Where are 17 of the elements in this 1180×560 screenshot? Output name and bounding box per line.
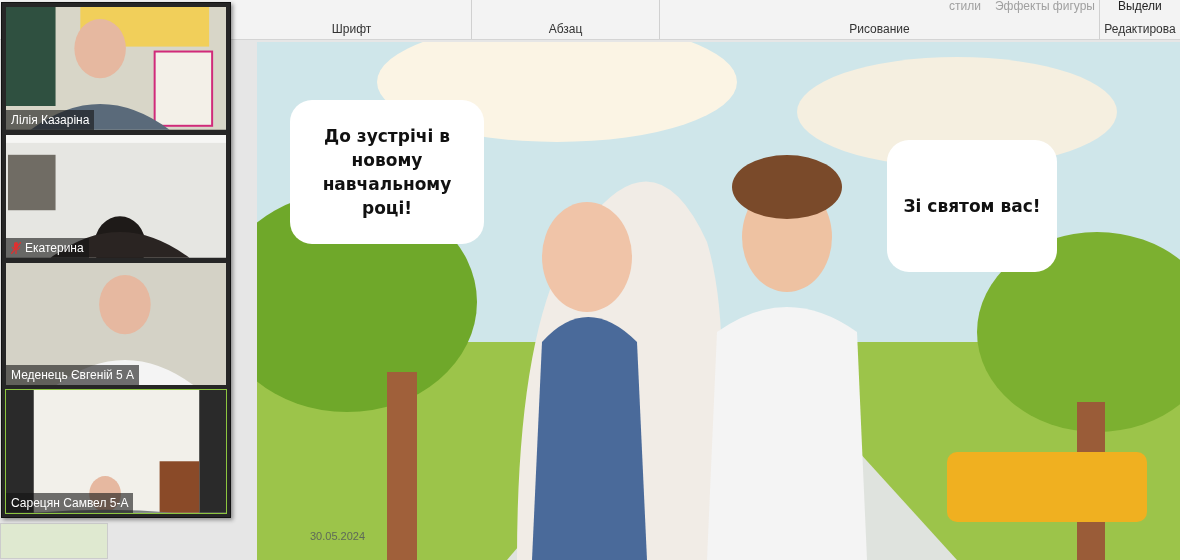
participant-name: Сарецян Самвел 5-А [11, 496, 129, 510]
group-label: Рисование [848, 22, 911, 36]
date-label: 30.05.2024 [310, 530, 366, 542]
participant-name: Екатерина [25, 240, 84, 255]
video-tile[interactable]: Сарецян Самвел 5-А [5, 389, 227, 514]
participant-name: Лілія Казаріна [11, 112, 90, 127]
group-label: Шрифт [330, 22, 373, 36]
video-tile[interactable]: Екатерина [5, 133, 227, 259]
speech-bubble: До зустрічі в новому навчальному році! [290, 100, 484, 244]
slide-thumbnail[interactable] [0, 523, 108, 559]
group-label: Абзац [547, 22, 584, 36]
speech-bubble: Зі святом вас! [887, 140, 1057, 272]
participant-name: Меденець Євгеній 5 А [11, 368, 135, 383]
video-tile[interactable]: Меденець Євгеній 5 А [5, 261, 227, 387]
ribbon-button[interactable]: Выдели [1118, 0, 1162, 12]
video-tile[interactable]: Лілія Казаріна [5, 6, 227, 131]
group-label: Редактирова [1104, 22, 1176, 36]
